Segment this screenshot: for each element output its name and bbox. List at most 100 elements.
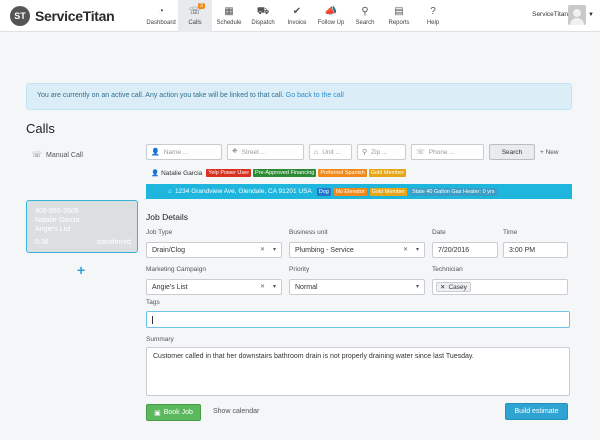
build-estimate-button[interactable]: Build estimate (505, 403, 568, 420)
chevron-down-icon: ▾ (415, 247, 419, 253)
remove-chip-icon[interactable]: ✕ (440, 283, 445, 291)
active-call-name: Natalie Garcia (35, 217, 80, 224)
job-type-select[interactable]: Drain/Clog ✕ ▾ (146, 242, 282, 258)
customer-person-icon: 👤 (151, 170, 160, 177)
street-search-placeholder: Street ... (241, 148, 267, 156)
calls-badge: 3 (198, 3, 205, 9)
nav-label: Help (426, 20, 440, 26)
time-label: Time (503, 229, 518, 236)
add-call-plus-icon[interactable]: + (77, 262, 85, 278)
job-details-title: Job Details (146, 212, 189, 222)
avatar[interactable] (568, 5, 586, 25)
nav-followup[interactable]: 📣 Follow Up (314, 0, 348, 32)
business-unit-value: Plumbing - Service (295, 246, 354, 254)
megaphone-icon: 📣 (324, 6, 338, 17)
name-search-field[interactable]: 👤 Name ... (146, 144, 222, 160)
chevron-down-icon: ▾ (415, 284, 419, 290)
clear-icon[interactable]: ✕ (260, 246, 265, 253)
location-tag: State 40 Gallon Gas Heater: 0 yrs (409, 187, 497, 196)
marketing-campaign-select[interactable]: Angie's List ✕ ▾ (146, 279, 282, 295)
phone-icon: ☏ (32, 150, 43, 159)
technician-chip[interactable]: ✕ Casey (436, 282, 471, 292)
new-customer-button[interactable]: + New (540, 144, 559, 160)
logo[interactable]: ST ServiceTitan (10, 6, 115, 26)
nav-dispatch[interactable]: ⛟ Dispatch (246, 0, 280, 32)
speedometer-icon: ◔ (157, 6, 165, 17)
user-name[interactable]: ServiceTitan (532, 11, 568, 18)
business-unit-select[interactable]: Plumbing - Service ✕ ▾ (289, 242, 425, 258)
location-tag: No Elevator (333, 187, 367, 196)
manual-call-label: Manual Call (46, 152, 83, 159)
checkmark-circle-icon: ✔ (292, 6, 302, 17)
avatar-body-shape (570, 18, 584, 25)
zip-search-field[interactable]: ⚲ Zip ... (357, 144, 406, 160)
zip-search-placeholder: Zip ... (371, 148, 388, 156)
nav-label: Dashboard (146, 20, 176, 26)
nav-label: Reports (388, 20, 410, 26)
street-search-field[interactable]: ⛖ Street ... (227, 144, 304, 160)
priority-label: Priority (289, 266, 310, 273)
date-input[interactable]: 7/20/2016 (432, 242, 498, 258)
job-type-label: Job Type (146, 229, 173, 236)
go-back-to-call-link[interactable]: Go back to the call (286, 92, 344, 99)
user-menu-caret-icon[interactable]: ▼ (588, 12, 594, 18)
nav-label: Schedule (216, 20, 242, 26)
marketing-campaign-value: Angie's List (152, 283, 188, 291)
priority-select[interactable]: Normal ▾ (289, 279, 425, 295)
location-address: 1234 Grandview Ave, Glendale, CA 91201 U… (174, 188, 312, 195)
manual-call-item[interactable]: ☏ Manual Call (26, 142, 138, 190)
nav-schedule[interactable]: ▦ Schedule (212, 0, 246, 32)
name-search-placeholder: Name ... (163, 148, 189, 156)
date-label: Date (432, 229, 446, 236)
phone-search-field[interactable]: ☏ Phone ... (411, 144, 484, 160)
tags-label: Tags (146, 299, 160, 306)
summary-textarea[interactable]: Customer called in that her downstairs b… (146, 347, 570, 396)
save-icon: ▣ (154, 409, 161, 417)
nav-label: Dispatch (251, 20, 275, 26)
customer-tag: Pre-Approved Financing (253, 169, 317, 177)
customer-tag: Yelp Power User (206, 169, 252, 177)
person-icon: 👤 (151, 149, 160, 156)
map-pin-icon: ⚲ (362, 149, 368, 156)
calendar-icon: ▦ (224, 6, 234, 17)
nav-label: Follow Up (317, 20, 345, 26)
nav-invoice[interactable]: ✔ Invoice (280, 0, 314, 32)
nav-help[interactable]: ? Help (416, 0, 450, 32)
chevron-down-icon: ▾ (272, 284, 276, 290)
chevron-down-icon: ▾ (272, 247, 276, 253)
time-value: 3:00 PM (509, 246, 536, 254)
nav-calls[interactable]: ☏ Calls 3 (178, 0, 212, 32)
tags-input[interactable] (146, 311, 570, 328)
customer-name[interactable]: Natalie Garcia (161, 170, 202, 177)
nav-reports[interactable]: ▤ Reports (382, 0, 416, 32)
nav-dashboard[interactable]: ◔ Dashboard (144, 0, 178, 32)
nav-label: Calls (188, 20, 202, 26)
road-icon: ⛖ (232, 148, 238, 155)
active-call-card[interactable]: 408-555-3505 Natalie Garcia Angie's List… (26, 200, 138, 253)
active-call-status: transferred (97, 239, 131, 246)
location-bar[interactable]: ⌂ 1234 Grandview Ave, Glendale, CA 91201… (146, 184, 572, 199)
search-button[interactable]: Search (489, 144, 535, 160)
clear-icon[interactable]: ✕ (260, 283, 265, 290)
book-job-label: Book Job (163, 409, 193, 416)
location-tag: Gold Member (369, 187, 407, 196)
avatar-head-shape (573, 9, 581, 17)
technician-select[interactable]: ✕ Casey (432, 279, 568, 295)
main-nav: ◔ Dashboard ☏ Calls 3 ▦ Schedule ⛟ Dispatch ✔ Invo… (144, 0, 450, 32)
customer-tag: Gold Member (368, 169, 407, 177)
book-icon: ▤ (394, 6, 404, 17)
text-cursor (152, 316, 153, 324)
technician-value: Casey (448, 283, 467, 291)
date-value: 7/20/2016 (438, 246, 470, 254)
job-type-value: Drain/Clog (152, 246, 186, 254)
nav-search[interactable]: ⚲ Search (348, 0, 382, 32)
search-icon: ⚲ (361, 6, 369, 17)
truck-icon: ⛟ (256, 6, 270, 17)
time-input[interactable]: 3:00 PM (503, 242, 568, 258)
active-call-phone: 408-555-3505 (35, 208, 79, 215)
unit-search-field[interactable]: ⌂ Unit ... (309, 144, 352, 160)
show-calendar-link[interactable]: Show calendar (213, 408, 259, 415)
clear-icon[interactable]: ✕ (403, 246, 408, 253)
book-job-button[interactable]: ▣ Book Job (146, 404, 201, 421)
logo-mark-icon: ST (10, 6, 30, 26)
